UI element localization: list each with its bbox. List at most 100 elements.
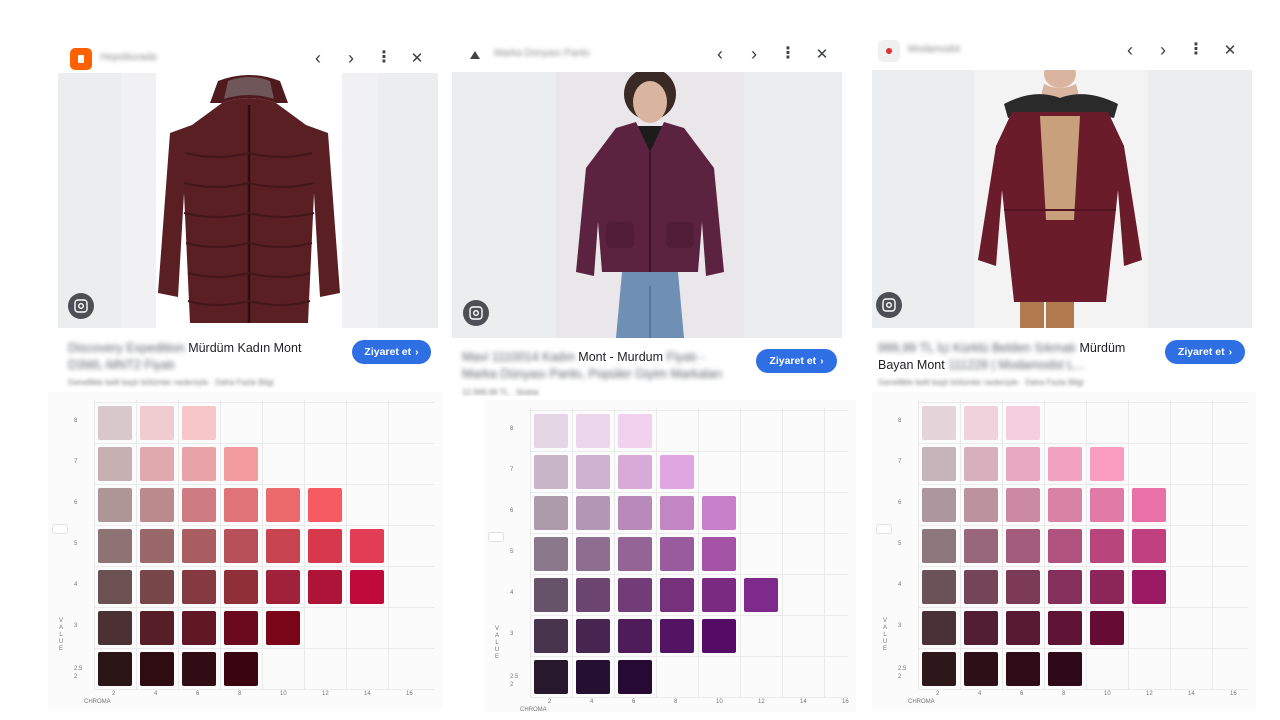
color-chip: [140, 406, 174, 440]
gridline: [918, 566, 1248, 567]
color-chip: [182, 529, 216, 563]
visit-button[interactable]: Ziyaret et ›: [1165, 340, 1245, 364]
close-icon[interactable]: ✕: [1218, 38, 1242, 62]
color-chip: [576, 578, 610, 612]
gridline: [782, 408, 783, 698]
chroma-tick-label: 10: [1104, 691, 1111, 697]
gridline: [530, 410, 848, 411]
product-image[interactable]: [452, 72, 842, 338]
color-chip: [534, 496, 568, 530]
more-vert-icon[interactable]: ⋮: [776, 42, 800, 66]
chroma-tick-label: 16: [406, 691, 413, 697]
color-chip: [702, 578, 736, 612]
chart-tab-notch: [52, 524, 68, 534]
color-chip: [576, 619, 610, 653]
color-chip: [140, 529, 174, 563]
result-title-line2: Bayan Mont 111228 | Modamodst L...: [878, 358, 1085, 372]
color-chip: [1132, 570, 1166, 604]
munsell-chart-1: 8 7 6 5 4 3 2.5 2 V A L U E 2 4 6 8 10 12 14 16 CHROMA: [48, 392, 442, 710]
color-chip: [1132, 529, 1166, 563]
gridline: [918, 689, 1248, 690]
color-chip: [98, 529, 132, 563]
color-chip: [224, 529, 258, 563]
more-vert-icon[interactable]: ⋮: [1184, 38, 1208, 62]
color-chip: [576, 496, 610, 530]
color-chip: [308, 570, 342, 604]
gridline: [530, 451, 848, 452]
color-chip: [266, 529, 300, 563]
color-chip: [922, 488, 956, 522]
gridline: [94, 443, 434, 444]
result-title[interactable]: Discovery Expedition Mürdüm Kadın Mont: [68, 340, 343, 357]
close-icon[interactable]: ✕: [405, 46, 429, 70]
chroma-tick-label: 16: [1230, 691, 1237, 697]
chevron-left-icon[interactable]: ‹: [708, 42, 732, 66]
gridline: [918, 402, 1248, 403]
chroma-tick-label: 12: [1146, 691, 1153, 697]
chevron-left-icon[interactable]: ‹: [306, 46, 330, 70]
chroma-tick-label: 12: [758, 699, 765, 705]
gridline: [918, 400, 919, 690]
card-header: Hepsiburada ‹ › ⋮ ✕: [58, 38, 440, 78]
color-chip: [266, 611, 300, 645]
result-title[interactable]: 999,99 TL İçi Kürklü Belden Sıkmalı Mürd…: [878, 340, 1158, 357]
color-chip: [1006, 652, 1040, 686]
chevron-right-icon[interactable]: ›: [339, 46, 363, 70]
color-chip: [618, 537, 652, 571]
lens-search-icon[interactable]: [463, 300, 489, 326]
site-name[interactable]: Marka Dünyası Panlo: [494, 48, 590, 59]
color-chip: [702, 619, 736, 653]
lens-search-icon[interactable]: [68, 293, 94, 319]
visit-button[interactable]: Ziyaret et ›: [352, 340, 431, 364]
site-favicon-icon: [70, 48, 92, 70]
chevron-right-icon[interactable]: ›: [742, 42, 766, 66]
result-note: Genellikle belli başlı bölümler nedeniyl…: [878, 378, 1084, 387]
color-chip: [534, 578, 568, 612]
gridline: [304, 400, 305, 690]
chevron-left-icon[interactable]: ‹: [1118, 38, 1142, 62]
color-chip: [618, 455, 652, 489]
value-tick-label: 2.5: [898, 666, 907, 673]
chroma-tick-label: 12: [322, 691, 329, 697]
color-chip: [1006, 488, 1040, 522]
gridline: [918, 525, 1248, 526]
gridline: [94, 402, 434, 403]
color-chip: [266, 570, 300, 604]
chevron-right-icon[interactable]: ›: [1151, 38, 1175, 62]
chroma-tick-label: 6: [632, 699, 636, 705]
color-chip: [922, 611, 956, 645]
value-tick-label: 6: [74, 500, 78, 506]
more-vert-icon[interactable]: ⋮: [372, 46, 396, 70]
visit-button[interactable]: Ziyaret et ›: [756, 349, 837, 373]
gridline: [94, 400, 95, 690]
gridline: [1212, 400, 1213, 690]
result-title[interactable]: Mavi 1110014 Kadın Mont - Murdum Fiyatı …: [462, 349, 747, 366]
jacket-illustration: [158, 75, 340, 323]
munsell-chart-2: 8 7 6 5 4 3 2.5 2 V A L U E 2 4 6 8 10 12 14 16 CHROMA: [484, 400, 856, 712]
color-chip: [1048, 570, 1082, 604]
value-axis-label: V A L U E: [58, 618, 64, 652]
color-chip: [922, 447, 956, 481]
site-name[interactable]: Hepsiburada: [100, 52, 157, 63]
color-chip: [1090, 488, 1124, 522]
color-chip: [1048, 529, 1082, 563]
lens-search-icon[interactable]: [876, 292, 902, 318]
color-chip: [98, 447, 132, 481]
close-icon[interactable]: ✕: [810, 42, 834, 66]
value-tick-label: 4: [74, 582, 78, 588]
color-chip: [964, 406, 998, 440]
gridline: [656, 408, 657, 698]
value-tick-label: 5: [74, 541, 78, 547]
color-chip: [182, 611, 216, 645]
chevron-right-icon: ›: [415, 346, 419, 358]
gridline: [136, 400, 137, 690]
value-tick-label: 6: [510, 508, 514, 514]
chroma-axis-label: CHROMA: [908, 699, 935, 705]
chart-tab-notch: [488, 532, 504, 542]
color-chip: [1090, 611, 1124, 645]
product-image[interactable]: [58, 73, 438, 328]
product-image[interactable]: [872, 70, 1252, 328]
site-name[interactable]: Modamodst: [908, 44, 960, 55]
value-tick-label: 2: [510, 682, 514, 689]
chroma-tick-label: 14: [800, 699, 807, 705]
